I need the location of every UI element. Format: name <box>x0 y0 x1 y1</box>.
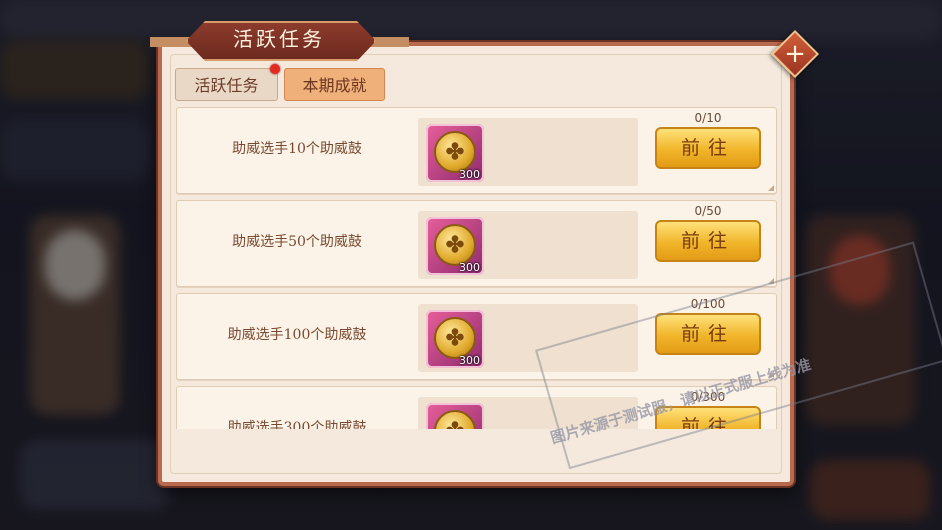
coin-emblem-icon: ✤ <box>445 232 465 258</box>
reward-quantity: 300 <box>459 168 480 181</box>
notification-dot <box>270 64 280 74</box>
task-progress: 0/10 <box>694 111 722 125</box>
reward-quantity: 300 <box>459 354 480 367</box>
reward-item[interactable]: ✤ 300 <box>426 217 484 275</box>
panel-title: 活跃任务 <box>233 27 325 51</box>
row-corner-decoration <box>768 185 774 191</box>
task-row: 助威选手10个助威鼓 ✤ 300 0/10 前往 <box>176 107 777 194</box>
task-progress: 0/50 <box>694 204 722 218</box>
reward-item[interactable]: ✤ 300 <box>426 403 484 429</box>
reward-box: ✤ 300 <box>418 118 638 186</box>
coin-emblem-icon: ✤ <box>445 325 465 351</box>
task-row: 助威选手50个助威鼓 ✤ 300 0/50 前往 <box>176 200 777 287</box>
reward-quantity: 300 <box>459 261 480 274</box>
go-button[interactable]: 前往 <box>655 127 761 169</box>
go-button[interactable]: 前往 <box>655 220 761 262</box>
reward-item[interactable]: ✤ 300 <box>426 124 484 182</box>
reward-item[interactable]: ✤ 300 <box>426 310 484 368</box>
task-title: 助威选手300个助威鼓 <box>227 420 367 429</box>
coin-emblem-icon: ✤ <box>435 411 475 429</box>
task-title: 助威选手10个助威鼓 <box>232 141 362 157</box>
coin-emblem-icon: ✤ <box>445 139 465 165</box>
task-title: 助威选手100个助威鼓 <box>227 327 367 343</box>
reward-box: ✤ 300 <box>418 211 638 279</box>
task-title: 助威选手50个助威鼓 <box>232 234 362 250</box>
tab-season-achievements[interactable]: 本期成就 <box>284 68 385 101</box>
close-icon[interactable]: + <box>780 37 810 71</box>
tab-active-tasks[interactable]: 活跃任务 <box>175 68 278 101</box>
